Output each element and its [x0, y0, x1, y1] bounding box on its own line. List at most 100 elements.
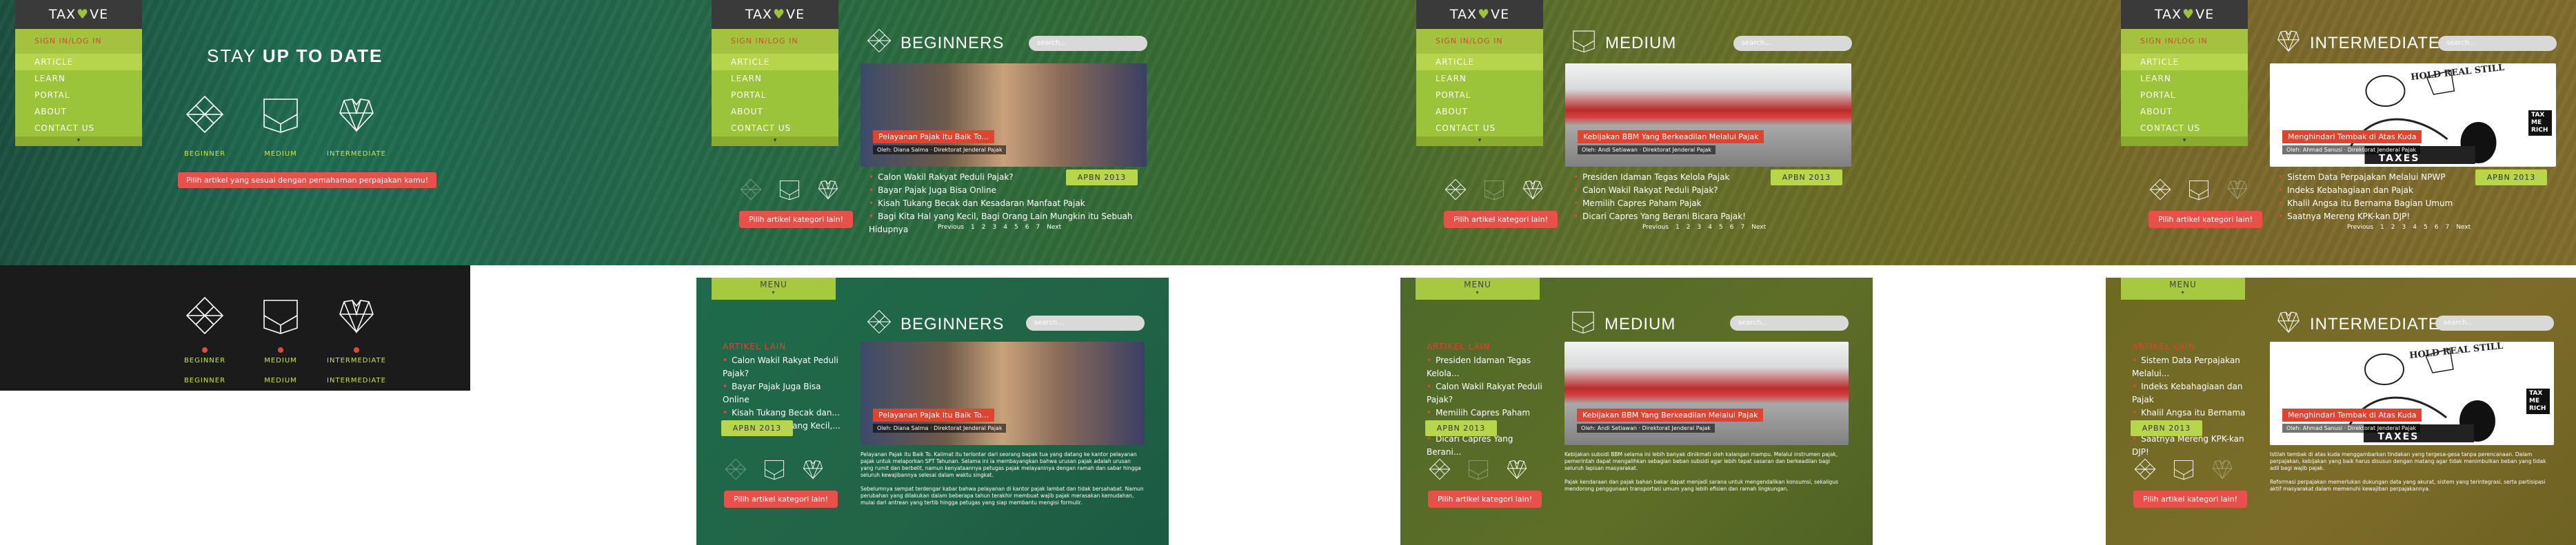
- news-item[interactable]: Calon Wakil Rakyat Peduli Pajak?: [1427, 380, 1547, 407]
- news-item[interactable]: Sistem Data Perpajakan Melalui NPWP: [2278, 171, 2554, 184]
- sign-in-link[interactable]: SIGN IN/LOG IN: [712, 29, 838, 54]
- diamond-icon[interactable]: [2133, 457, 2157, 484]
- news-item[interactable]: Presiden Idaman Tegas Kelola Pajak: [1573, 171, 1849, 184]
- pager-link[interactable]: 4: [1003, 224, 1007, 231]
- pager-link[interactable]: 7: [2445, 224, 2449, 231]
- envelope-icon[interactable]: [1482, 178, 1506, 204]
- news-item[interactable]: Calon Wakil Rakyat Peduli Pajak?: [869, 171, 1145, 184]
- search-input[interactable]: search...: [1733, 36, 1852, 51]
- mobile-menu-button[interactable]: MENU ▾: [712, 278, 836, 300]
- news-item[interactable]: Dicari Capres Yang Berani Bicara Pajak!: [1573, 210, 1849, 223]
- pager-link[interactable]: 3: [2402, 224, 2406, 231]
- sign-in-link[interactable]: SIGN IN/LOG IN: [2121, 29, 2248, 54]
- sign-in-link[interactable]: SIGN IN/LOG IN: [15, 29, 142, 54]
- news-item[interactable]: Calon Wakil Rakyat Peduli Pajak?: [723, 354, 843, 380]
- logo[interactable]: TAX ♥ VE: [15, 0, 142, 29]
- menu-collapse-handle[interactable]: ▾: [712, 136, 838, 146]
- heart-gem-icon[interactable]: [2226, 178, 2249, 204]
- pager-link[interactable]: 7: [1036, 224, 1040, 231]
- menu-item-contact[interactable]: CONTACT US: [15, 120, 142, 136]
- pager-link[interactable]: Next: [1047, 224, 1061, 231]
- other-category-button[interactable]: Pilih artikel kategori lain!: [1444, 211, 1558, 228]
- apbn-button[interactable]: APBN 2013: [721, 420, 793, 436]
- menu-item-contact[interactable]: CONTACT US: [1416, 120, 1543, 136]
- pager-link[interactable]: 4: [1708, 224, 1712, 231]
- menu-item-article[interactable]: ARTICLE: [2121, 54, 2248, 70]
- envelope-icon[interactable]: [1467, 457, 1490, 484]
- menu-item-portal[interactable]: PORTAL: [712, 87, 838, 103]
- heart-gem-icon[interactable]: [801, 457, 825, 484]
- pager-link[interactable]: 6: [2435, 224, 2439, 231]
- featured-image[interactable]: HOLD REAL STILL TAX ME RICH TAXES Menghinda…: [2270, 63, 2556, 167]
- featured-image[interactable]: Kebijakan BBM Yang Berkeadilan Melalui P…: [1564, 342, 1849, 445]
- menu-item-about[interactable]: ABOUT: [2121, 103, 2248, 120]
- other-category-button[interactable]: Pilih artikel kategori lain!: [739, 211, 853, 228]
- envelope-icon[interactable]: [2187, 178, 2211, 204]
- pager-link[interactable]: 2: [1687, 224, 1691, 231]
- envelope-icon[interactable]: [763, 457, 786, 484]
- news-item[interactable]: Presiden Idaman Tegas Kelola...: [1427, 354, 1547, 380]
- menu-item-portal[interactable]: PORTAL: [2121, 87, 2248, 103]
- sign-in-link[interactable]: SIGN IN/LOG IN: [1416, 29, 1543, 54]
- pager-link[interactable]: 3: [1698, 224, 1702, 231]
- news-item[interactable]: Bayar Pajak Juga Bisa Online: [869, 184, 1145, 197]
- news-item[interactable]: Khalil Angsa itu Bernama Bagian Umum: [2278, 197, 2554, 210]
- diamond-icon[interactable]: [1444, 178, 1467, 204]
- search-input[interactable]: search...: [1730, 316, 1849, 331]
- diamond-icon[interactable]: [739, 178, 763, 204]
- pager-link[interactable]: 7: [1740, 224, 1744, 231]
- heart-gem-icon[interactable]: [1505, 457, 1529, 484]
- news-item[interactable]: Sistem Data Perpajakan Melalui...: [2132, 354, 2253, 380]
- menu-item-article[interactable]: ARTICLE: [712, 54, 838, 70]
- logo[interactable]: TAX ♥ VE: [1416, 0, 1543, 29]
- menu-item-learn[interactable]: LEARN: [712, 70, 838, 87]
- pager-link[interactable]: 1: [2380, 224, 2384, 231]
- level-option-medium[interactable]: MEDIUM: [256, 94, 305, 158]
- news-item[interactable]: Bayar Pajak Juga Bisa Online: [723, 380, 843, 407]
- menu-item-portal[interactable]: PORTAL: [1416, 87, 1543, 103]
- heart-gem-icon[interactable]: [2211, 457, 2234, 484]
- menu-collapse-handle[interactable]: ▾: [2121, 136, 2248, 146]
- logo[interactable]: TAX ♥ VE: [712, 0, 838, 29]
- news-item[interactable]: Calon Wakil Rakyat Peduli Pajak?: [1573, 184, 1849, 197]
- news-item[interactable]: Saatnya Mereng KPK-kan DJP!: [2132, 433, 2253, 459]
- menu-item-article[interactable]: ARTICLE: [15, 54, 142, 70]
- pager-link[interactable]: 3: [993, 224, 997, 231]
- news-item[interactable]: Indeks Kebahagiaan dan Pajak: [2132, 380, 2253, 407]
- menu-collapse-handle[interactable]: ▾: [1416, 136, 1543, 146]
- search-input[interactable]: search...: [1029, 36, 1147, 51]
- envelope-icon[interactable]: [778, 178, 801, 204]
- featured-image[interactable]: Pelayanan Pajak Itu Baik To... Oleh: Dian…: [861, 63, 1147, 167]
- pager-link[interactable]: Next: [2456, 224, 2471, 231]
- heart-gem-icon[interactable]: [816, 178, 840, 204]
- other-category-button[interactable]: Pilih artikel kategori lain!: [724, 491, 838, 508]
- mobile-menu-button[interactable]: MENU ▾: [2121, 278, 2245, 300]
- news-item[interactable]: Saatnya Mereng KPK-kan DJP!: [2278, 210, 2554, 223]
- pager-link[interactable]: Next: [1751, 224, 1766, 231]
- news-item[interactable]: Memilih Capres Paham Pajak: [1573, 197, 1849, 210]
- pager-link[interactable]: 6: [1730, 224, 1734, 231]
- pager-link[interactable]: 1: [1676, 224, 1680, 231]
- menu-item-about[interactable]: ABOUT: [1416, 103, 1543, 120]
- pager-link[interactable]: 6: [1025, 224, 1029, 231]
- menu-item-contact[interactable]: CONTACT US: [712, 120, 838, 136]
- diamond-icon[interactable]: [1428, 457, 1451, 484]
- pager-link[interactable]: 1: [971, 224, 975, 231]
- pager-link[interactable]: 5: [1014, 224, 1018, 231]
- mobile-menu-button[interactable]: MENU ▾: [1416, 278, 1540, 300]
- level-option-beginner[interactable]: BEGINNER BEGINNER: [181, 295, 229, 384]
- level-option-intermediate[interactable]: INTERMEDIATE INTERMEDIATE: [327, 295, 385, 384]
- menu-item-article[interactable]: ARTICLE: [1416, 54, 1543, 70]
- menu-collapse-handle[interactable]: ▾: [15, 136, 142, 146]
- level-option-medium[interactable]: MEDIUM MEDIUM: [256, 295, 305, 384]
- featured-image[interactable]: HOLD REAL STILL TAX ME RICH TAXES Menghinda…: [2270, 342, 2554, 445]
- pager-link[interactable]: 2: [982, 224, 986, 231]
- diamond-icon[interactable]: [724, 457, 747, 484]
- level-option-intermediate[interactable]: INTERMEDIATE: [327, 94, 385, 158]
- diamond-icon[interactable]: [2149, 178, 2172, 204]
- other-category-button[interactable]: Pilih artikel kategori lain!: [1428, 491, 1542, 508]
- apbn-button[interactable]: APBN 2013: [2131, 420, 2202, 436]
- pager-link[interactable]: 2: [2391, 224, 2395, 231]
- search-input[interactable]: search...: [1026, 316, 1145, 331]
- pager-link[interactable]: Previous: [938, 224, 964, 231]
